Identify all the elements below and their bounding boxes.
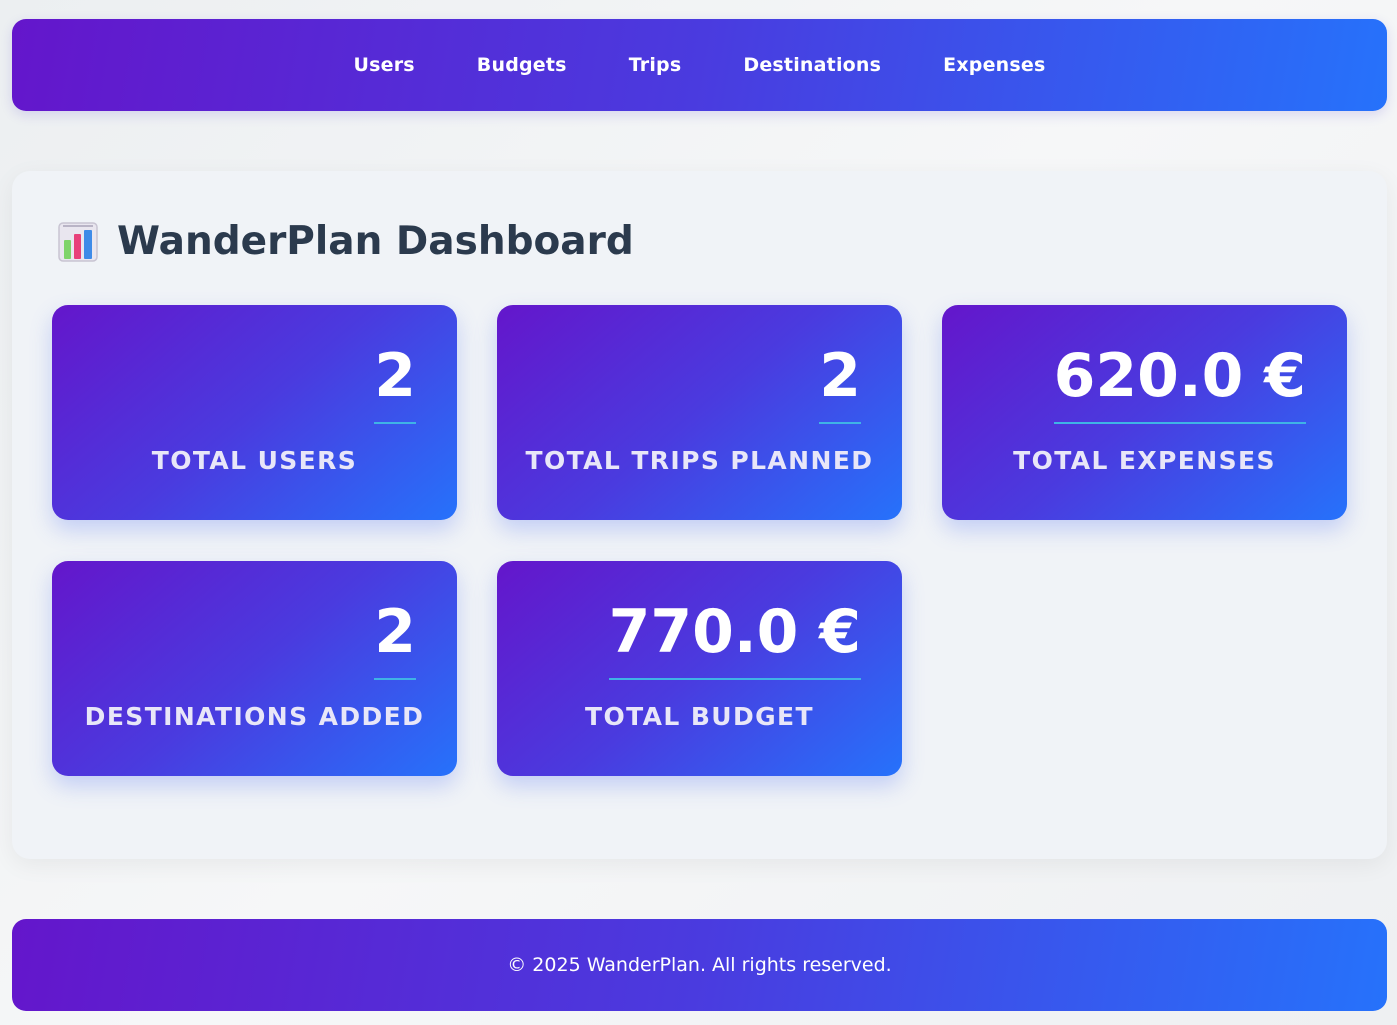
stat-underline <box>374 678 416 680</box>
top-navbar: Users Budgets Trips Destinations Expense… <box>12 19 1387 111</box>
stat-card-total-expenses: 620.0 € TOTAL EXPENSES <box>942 305 1347 520</box>
stat-label: DESTINATIONS ADDED <box>84 702 425 731</box>
dashboard-panel: WanderPlan Dashboard 2 TOTAL USERS 2 TOT… <box>12 171 1387 859</box>
stat-label: TOTAL USERS <box>151 446 358 475</box>
page-title: WanderPlan Dashboard <box>117 219 634 264</box>
stat-card-total-trips: 2 TOTAL TRIPS PLANNED <box>497 305 902 520</box>
nav-link-expenses[interactable]: Expenses <box>943 54 1045 76</box>
stat-value: 2 <box>819 341 861 411</box>
stat-underline <box>1053 422 1306 424</box>
stat-underline <box>608 678 861 680</box>
stat-label: TOTAL EXPENSES <box>1013 446 1276 475</box>
nav-link-budgets[interactable]: Budgets <box>477 54 567 76</box>
stat-underline <box>374 422 416 424</box>
page-footer: © 2025 WanderPlan. All rights reserved. <box>12 919 1387 1011</box>
nav-link-destinations[interactable]: Destinations <box>743 54 881 76</box>
nav-link-users[interactable]: Users <box>353 54 414 76</box>
bar-chart-icon <box>58 221 98 262</box>
stat-card-total-budget: 770.0 € TOTAL BUDGET <box>497 561 902 776</box>
stat-value: 2 <box>374 341 416 411</box>
copyright-text: © 2025 WanderPlan. All rights reserved. <box>507 954 892 976</box>
stat-label: TOTAL TRIPS PLANNED <box>525 446 874 475</box>
stat-value: 620.0 € <box>1053 341 1306 411</box>
stat-card-destinations: 2 DESTINATIONS ADDED <box>52 561 457 776</box>
stat-underline <box>819 422 861 424</box>
stat-label: TOTAL BUDGET <box>585 702 814 731</box>
stat-value: 2 <box>374 597 416 667</box>
stat-value: 770.0 € <box>608 597 861 667</box>
nav-link-trips[interactable]: Trips <box>629 54 682 76</box>
stat-card-total-users: 2 TOTAL USERS <box>52 305 457 520</box>
page-title-row: WanderPlan Dashboard <box>58 219 634 264</box>
